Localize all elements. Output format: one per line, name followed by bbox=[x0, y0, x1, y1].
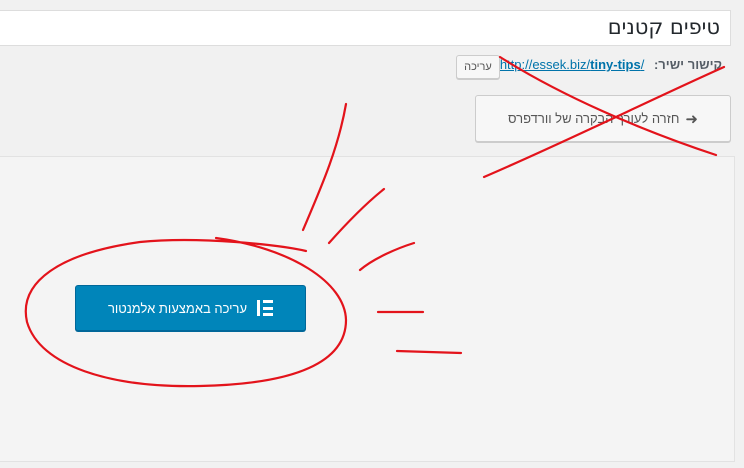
permalink-label: קישור ישיר: bbox=[653, 57, 722, 72]
back-to-wordpress-label: חזרה לעורך הבקרה של וורדפרס bbox=[508, 111, 680, 126]
permalink-url-slug: tiny-tips bbox=[590, 57, 641, 72]
post-title-text: טיפים קטנים bbox=[607, 15, 720, 39]
permalink-url-tail: / bbox=[640, 57, 645, 72]
permalink-url-base: http://essek.biz/ bbox=[499, 57, 591, 72]
edit-slug-button[interactable]: עריכה bbox=[456, 55, 500, 79]
edit-with-elementor-label: עריכה באמצעות אלמנטור bbox=[107, 300, 248, 316]
post-title-input[interactable]: טיפים קטנים bbox=[0, 10, 731, 46]
page: טיפים קטנים קישור ישיר: http://essek.biz… bbox=[0, 0, 744, 468]
permalink-link[interactable]: http://essek.biz/tiny-tips/ bbox=[500, 57, 645, 72]
edit-with-elementor-button[interactable]: עריכה באמצעות אלמנטור bbox=[75, 285, 306, 331]
elementor-logo-icon bbox=[257, 300, 274, 316]
arrow-right-icon: ➜ bbox=[685, 110, 698, 128]
permalink-row: קישור ישיר: http://essek.biz/tiny-tips/ bbox=[500, 57, 722, 72]
back-to-wordpress-editor-button[interactable]: ➜ חזרה לעורך הבקרה של וורדפרס bbox=[475, 95, 731, 142]
